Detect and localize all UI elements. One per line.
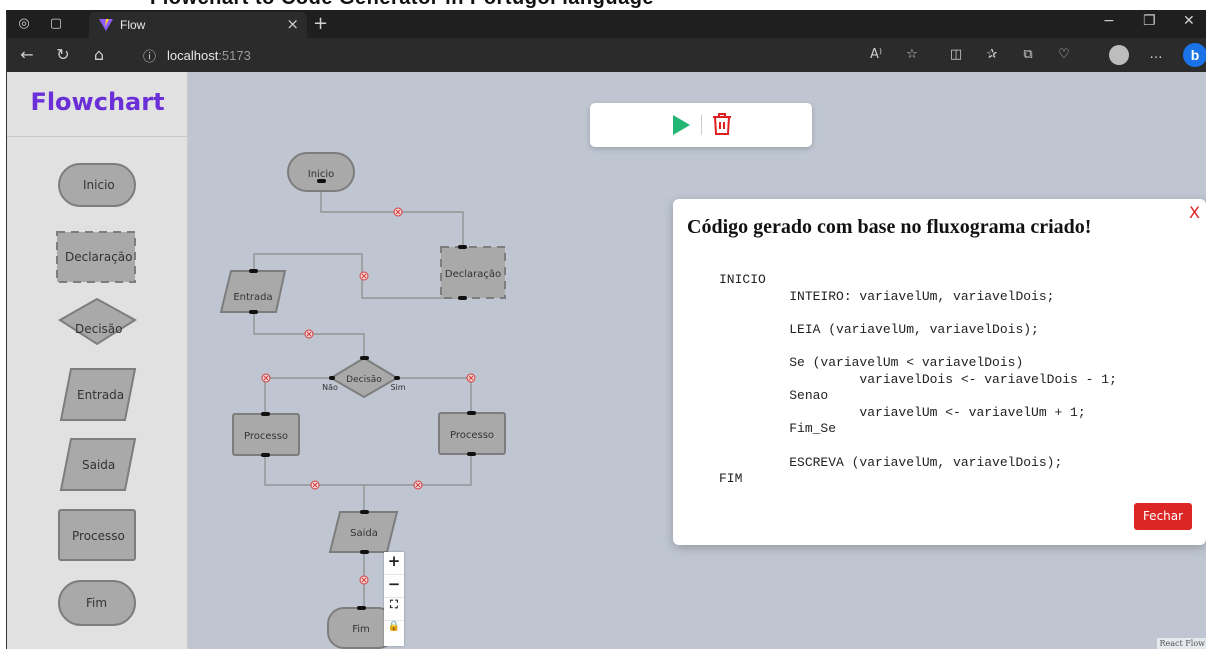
profile-avatar[interactable] xyxy=(1109,45,1129,65)
node-fim-label: Fim xyxy=(352,624,370,635)
react-flow-attribution[interactable]: React Flow xyxy=(1157,638,1206,649)
minimize-icon[interactable]: − xyxy=(1103,13,1115,29)
node-saida-label: Saida xyxy=(350,528,378,539)
handle[interactable] xyxy=(360,356,369,360)
split-screen-icon[interactable]: ◫ xyxy=(947,46,965,64)
handle[interactable] xyxy=(360,550,369,554)
back-icon[interactable]: ← xyxy=(17,45,37,65)
node-processo-left-label: Processo xyxy=(244,431,288,442)
url-port: :5173 xyxy=(218,48,251,63)
vite-logo-icon xyxy=(99,19,113,31)
palette-processo-label: Processo xyxy=(72,529,125,543)
restore-icon[interactable]: ❐ xyxy=(1143,13,1156,29)
edge-delete-icon[interactable] xyxy=(466,373,476,383)
handle[interactable] xyxy=(458,245,467,249)
edge-delete-icon[interactable] xyxy=(310,480,320,490)
palette-saida-label: Saida xyxy=(82,458,116,472)
handle[interactable] xyxy=(357,606,366,610)
edge-declaracao-entrada[interactable] xyxy=(253,253,463,299)
trash-icon[interactable] xyxy=(711,112,733,136)
tab-bar: ◎ ▢ Flow × + − ❐ ✕ xyxy=(7,10,1206,38)
modal-close-icon[interactable]: X xyxy=(1189,203,1200,222)
node-entrada-label: Entrada xyxy=(233,292,272,303)
handle[interactable] xyxy=(249,269,258,273)
favorites-icon[interactable]: ✰ xyxy=(983,46,1001,64)
close-modal-button[interactable]: Fechar xyxy=(1134,503,1192,530)
node-decisao-label: Decisão xyxy=(346,375,382,385)
tab-actions-icon[interactable]: ▢ xyxy=(47,15,65,33)
fit-view-button[interactable]: ⛶ xyxy=(384,598,404,621)
lock-button[interactable]: 🔒 xyxy=(384,621,404,644)
palette-entrada-label: Entrada xyxy=(77,388,125,402)
copilot-icon[interactable]: b xyxy=(1183,43,1206,67)
node-declaracao-label: Declaração xyxy=(445,269,501,280)
brand-header: Flowchart xyxy=(7,72,188,137)
edge-delete-icon[interactable] xyxy=(393,207,403,217)
handle[interactable] xyxy=(360,510,369,514)
branch-no-label: Não xyxy=(322,383,338,392)
top-caption: Flowchart to Code Generator in Portugol … xyxy=(0,0,1206,10)
browser-tab[interactable]: Flow × xyxy=(89,12,307,38)
home-icon[interactable]: ⌂ xyxy=(89,45,109,65)
zoom-in-button[interactable]: + xyxy=(384,552,404,575)
edge-delete-icon[interactable] xyxy=(261,373,271,383)
new-tab-icon[interactable]: + xyxy=(313,13,328,34)
browser-window: ◎ ▢ Flow × + − ❐ ✕ ← ↻ ⌂ ⓘ localhost:517… xyxy=(6,10,1206,649)
edge-decisao-processo-right[interactable] xyxy=(397,377,472,414)
edge-delete-icon[interactable] xyxy=(359,575,369,585)
handle[interactable] xyxy=(261,453,270,457)
site-info-icon[interactable]: ⓘ xyxy=(143,46,156,65)
node-processo-right-label: Processo xyxy=(450,430,494,441)
zoom-controls: + − ⛶ 🔒 xyxy=(384,552,404,646)
handle[interactable] xyxy=(467,452,476,456)
handle[interactable] xyxy=(467,411,476,415)
handle[interactable] xyxy=(261,412,270,416)
handle[interactable] xyxy=(458,296,467,300)
node-inicio-label: Inicio xyxy=(308,169,334,180)
collections-icon[interactable]: ⧉ xyxy=(1019,46,1037,64)
url-host: localhost xyxy=(167,48,219,63)
edge-processo-right-saida[interactable] xyxy=(364,454,472,486)
edge-delete-icon[interactable] xyxy=(413,480,423,490)
run-play-icon[interactable] xyxy=(670,114,692,136)
zoom-out-button[interactable]: − xyxy=(384,575,404,598)
favorite-star-icon[interactable]: ☆ xyxy=(903,46,921,64)
handle[interactable] xyxy=(394,376,400,380)
caption-text: Flowchart to Code Generator in Portugol … xyxy=(150,0,654,10)
edge-decisao-processo-left[interactable] xyxy=(264,377,331,414)
handle[interactable] xyxy=(329,376,335,380)
node-labels: Inicio Declaração Entrada Decisão Não Si… xyxy=(233,169,501,635)
generated-code-modal: Código gerado com base no fluxograma cri… xyxy=(673,199,1206,545)
action-toolbar xyxy=(590,103,812,147)
palette-inicio-label: Inicio xyxy=(83,178,115,192)
workspaces-icon[interactable]: ◎ xyxy=(15,15,33,33)
tab-close-icon[interactable]: × xyxy=(286,15,299,33)
brand-title: Flowchart xyxy=(30,88,165,116)
refresh-icon[interactable]: ↻ xyxy=(53,45,73,65)
url-text: localhost:5173 xyxy=(167,48,251,63)
address-bar: ← ↻ ⌂ ⓘ localhost:5173 A⁾ ☆ ◫ ✰ ⧉ ♡ … b xyxy=(7,38,1206,72)
palette-decisao-label: Decisão xyxy=(75,322,123,336)
modal-title: Código gerado com base no fluxograma cri… xyxy=(687,216,1092,238)
page-viewport: Flowchart Inicio Declaração Decisão Entr… xyxy=(7,72,1206,649)
more-options-icon[interactable]: … xyxy=(1147,46,1165,64)
edge-delete-icon[interactable] xyxy=(359,271,369,281)
tab-title: Flow xyxy=(120,18,146,32)
palette-fim-label: Fim xyxy=(86,596,108,610)
palette-declaracao-label: Declaração xyxy=(65,250,133,264)
palette-shapes xyxy=(56,163,137,626)
toolbar-divider xyxy=(701,115,702,135)
read-aloud-icon[interactable]: A⁾ xyxy=(867,46,885,64)
edge-delete-icon[interactable] xyxy=(304,329,314,339)
edge-inicio-declaracao[interactable] xyxy=(320,181,464,247)
url-field[interactable]: ⓘ localhost:5173 xyxy=(135,42,845,68)
browser-essentials-icon[interactable]: ♡ xyxy=(1055,46,1073,64)
generated-code: INICIO INTEIRO: variavelUm, variavelDois… xyxy=(719,272,1117,487)
window-close-icon[interactable]: ✕ xyxy=(1183,13,1195,29)
handle[interactable] xyxy=(249,310,258,314)
node-palette-sidebar: Flowchart Inicio Declaração Decisão Entr… xyxy=(7,72,188,649)
branch-yes-label: Sim xyxy=(390,383,405,392)
